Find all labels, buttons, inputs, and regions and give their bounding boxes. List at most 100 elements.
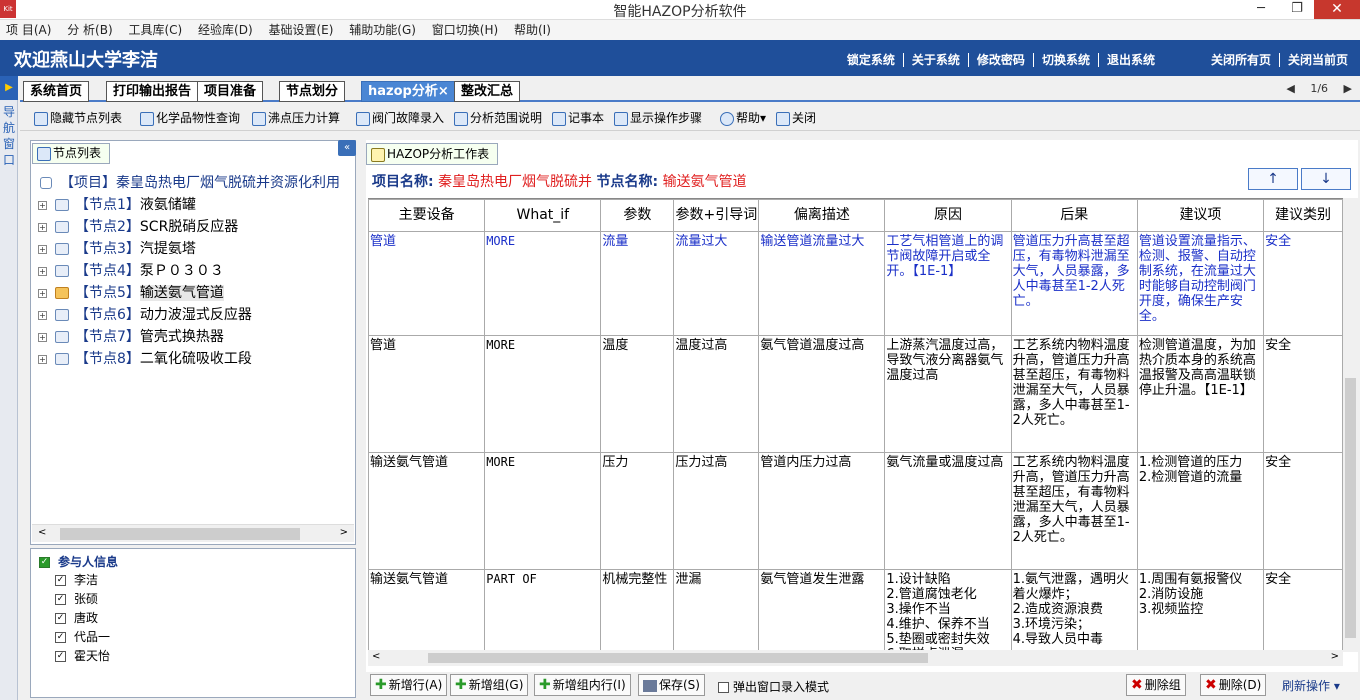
tree-node-item[interactable]: + 【节点6】动力波湿式反应器 [38,304,354,326]
menu-help[interactable]: 帮助(I) [508,20,557,40]
scroll-right-icon[interactable]: > [340,527,348,538]
expand-arrow-icon[interactable]: ▶ [0,76,18,100]
notepad-button[interactable]: 记事本 [552,107,604,129]
tree-node-item[interactable]: + 【节点1】液氨储罐 [38,194,354,216]
table-cell[interactable]: 1.周围有氨报警仪 2.消防设施 3.视频监控 [1136,569,1265,650]
delete-group-button[interactable]: ✖ 删除组 [1126,674,1186,696]
table-cell[interactable]: 温度过高 [673,335,760,453]
tree-node-item[interactable]: + 【节点8】二氧化硫吸收工段 [38,348,354,370]
table-cell[interactable]: 机械完整性 [600,569,675,650]
scroll-left-icon[interactable]: < [372,651,380,662]
switch-system-link[interactable]: 切换系统 [1033,53,1099,67]
table-cell[interactable]: 输送氨气管道 [368,569,486,650]
expand-icon[interactable]: + [38,288,47,298]
table-cell[interactable]: 氨气管道发生泄露 [758,569,886,650]
table-cell[interactable]: 管道内压力过高 [758,452,886,570]
menu-project[interactable]: 项 目(A) [0,20,57,40]
refresh-ops-link[interactable]: 刷新操作 ▾ [1282,677,1340,694]
table-cell[interactable]: 管道 [368,231,486,336]
expand-icon[interactable]: + [38,244,47,254]
scroll-right-icon[interactable]: > [1331,651,1339,662]
column-header[interactable]: 偏离描述 [758,199,886,232]
table-cell[interactable]: 工艺气相管道上的调节阀故障开启或全开。【1E-1】 [884,231,1012,336]
table-cell[interactable]: 1.检测管道的压力 2.检测管道的流量 [1136,452,1265,570]
prev-tab-icon[interactable]: ◀ [1286,82,1294,95]
tree-horizontal-scrollbar[interactable]: < > [32,524,354,542]
scope-note-button[interactable]: 分析范围说明 [454,107,542,129]
nav-sidebar[interactable]: ▶ 导航窗口 [0,76,18,700]
tree-node-item[interactable]: + 【节点2】SCR脱硝反应器 [38,216,354,238]
participant-checkbox[interactable]: ✓ [55,613,66,624]
scroll-left-icon[interactable]: < [38,527,46,538]
table-row[interactable]: 输送氨气管道 MORE 压力 压力过高 管道内压力过高 氨气流量或温度过高 工艺系统内物料温… [368,452,1343,570]
grid-vertical-scrollbar[interactable] [1343,198,1358,652]
lock-system-link[interactable]: 锁定系统 [838,53,904,67]
column-header[interactable]: 建议类别 [1263,199,1343,232]
change-password-link[interactable]: 修改密码 [968,53,1034,67]
table-cell[interactable]: 流量 [600,231,675,336]
table-cell[interactable]: 安全 [1263,335,1343,453]
column-header[interactable]: 原因 [884,199,1012,232]
tab-project-prep[interactable]: 项目准备 [197,81,264,102]
table-row[interactable]: 管道 MORE 流量 流量过大 输送管道流量过大 工艺气相管道上的调节阀故障开启或全开。【… [368,231,1343,336]
tab-rectification[interactable]: 整改汇总 [454,81,521,102]
scroll-thumb[interactable] [428,653,928,663]
table-cell[interactable]: 工艺系统内物料温度升高，管道压力升高甚至超压，有毒物料泄漏至大气，人员暴露，多人… [1010,452,1138,570]
expand-icon[interactable]: + [38,354,47,364]
table-cell[interactable]: 压力过高 [673,452,760,570]
table-cell[interactable]: 压力 [600,452,675,570]
participant-item[interactable]: ✓ 代品一 [55,628,110,646]
table-cell[interactable]: 氨气流量或温度过高 [884,452,1012,570]
popup-mode-checkbox[interactable]: 弹出窗口录入模式 [718,678,829,695]
expand-icon[interactable]: + [38,332,47,342]
tree-node-item[interactable]: + 【节点7】管壳式换热器 [38,326,354,348]
table-cell[interactable]: 1.氨气泄露，遇明火着火爆炸； 2.造成资源浪费 3.环境污染； 4.导致人员中… [1010,569,1138,650]
participant-checkbox[interactable]: ✓ [55,632,66,643]
table-cell[interactable]: 安全 [1263,452,1343,570]
expand-icon[interactable]: + [38,222,47,232]
menu-window[interactable]: 窗口切换(H) [426,20,504,40]
table-cell[interactable]: 管道设置流量指示、检测、报警、自动控制系统，在流量过大时能够自动控制阀门开度，确… [1136,231,1265,336]
tab-hazop-analysis[interactable]: hazop分析× [361,81,456,102]
column-header[interactable]: What_if [484,199,602,232]
tree-node-item[interactable]: + 【节点3】汽提氨塔 [38,238,354,260]
close-button[interactable]: 关闭 [776,107,816,129]
about-link[interactable]: 关于系统 [903,53,969,67]
valve-fault-button[interactable]: 阀门故障录入 [356,107,444,129]
table-cell[interactable]: 氨气管道温度过高 [758,335,886,453]
tab-node-division[interactable]: 节点划分 [279,81,346,102]
add-row-button[interactable]: ✚ 新增行(A) [370,674,448,696]
show-steps-button[interactable]: 显示操作步骤 [614,107,702,129]
table-cell[interactable]: MORE [484,452,602,570]
tab-home[interactable]: 系统首页 [23,81,90,102]
restore-button[interactable]: ❐ [1282,0,1312,18]
close-all-pages-link[interactable]: 关闭所有页 [1202,53,1280,67]
table-row[interactable]: 输送氨气管道 PART OF 机械完整性 泄漏 氨气管道发生泄露 1.设计缺陷 2.管道腐… [368,569,1343,650]
table-row[interactable]: 管道 MORE 温度 温度过高 氨气管道温度过高 上游蒸汽温度过高，导致气液分离器氨气温度… [368,335,1343,453]
menu-experience[interactable]: 经验库(D) [192,20,259,40]
table-cell[interactable]: 管道 [368,335,486,453]
participant-checkbox[interactable]: ✓ [55,575,66,586]
expand-icon[interactable]: + [38,200,47,210]
menu-aux[interactable]: 辅助功能(G) [343,20,422,40]
help-button[interactable]: 帮助▾ [720,107,766,129]
menu-analysis[interactable]: 分 析(B) [61,20,118,40]
tab-print-report[interactable]: 打印输出报告 [106,81,199,102]
table-cell[interactable]: 管道压力升高甚至超压，有毒物料泄漏至大气，人员暴露，多人中毒甚至1-2人死亡。 [1010,231,1138,336]
menu-settings[interactable]: 基础设置(E) [262,20,339,40]
column-header[interactable]: 参数+引导词 [673,199,760,232]
column-header[interactable]: 后果 [1010,199,1138,232]
chemical-lookup-button[interactable]: 化学品物性查询 [140,107,240,129]
hide-node-list-button[interactable]: 隐藏节点列表 [34,107,122,129]
expand-icon[interactable]: + [38,266,47,276]
participant-checkbox[interactable]: ✓ [55,651,66,662]
next-tab-icon[interactable]: ▶ [1344,82,1352,95]
table-cell[interactable]: 温度 [600,335,675,453]
node-list-tab[interactable]: 节点列表 [32,143,111,164]
grid-horizontal-scrollbar[interactable]: < > [368,650,1343,666]
tree-project-item[interactable]: 【项目】秦皇岛热电厂烟气脱硫并资源化利用 [38,172,354,194]
collapse-panel-button[interactable]: « [338,140,356,156]
tree-node-item[interactable]: + 【节点4】泵Ｐ０３０３ [38,260,354,282]
save-button[interactable]: 保存(S) [638,674,705,696]
exit-system-link[interactable]: 退出系统 [1099,53,1163,67]
